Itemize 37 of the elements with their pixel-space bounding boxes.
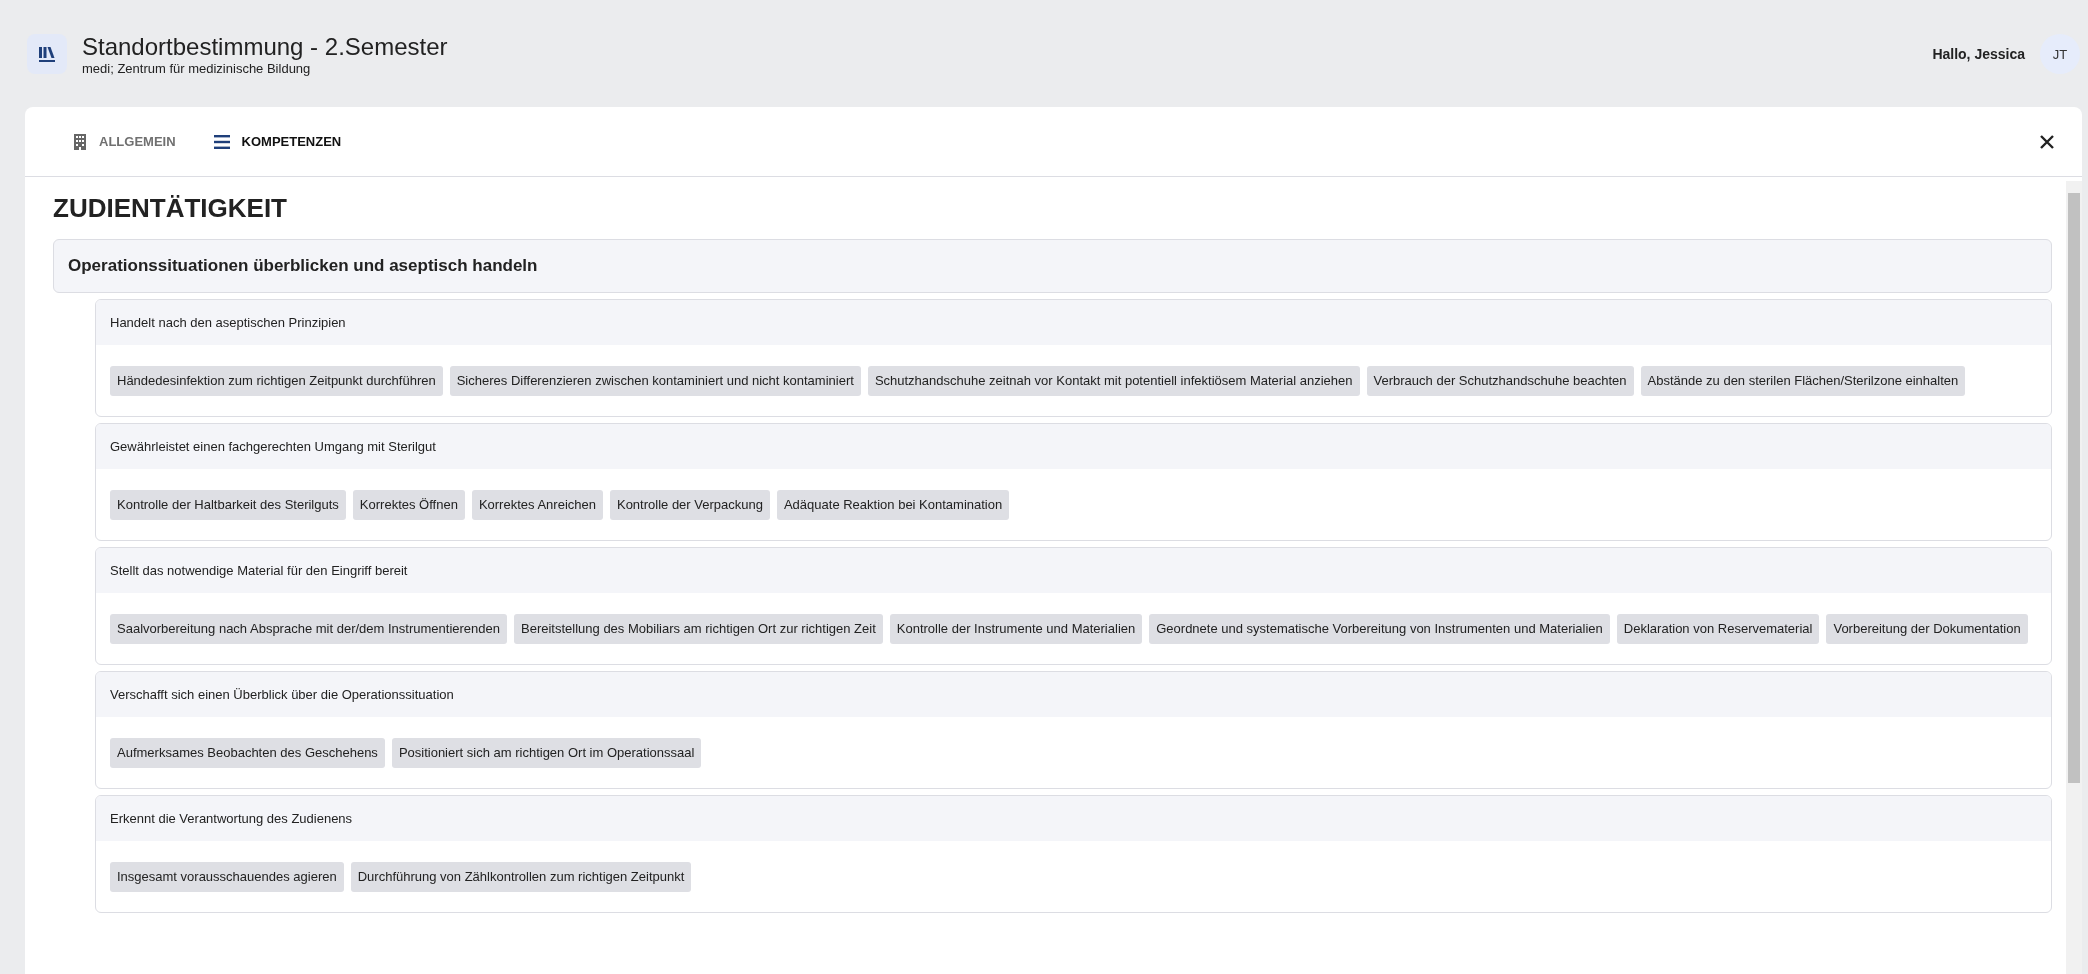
criterion-tag: Sicheres Differenzieren zwischen kontaminiert und nicht kontaminiert (449, 366, 861, 396)
user-avatar[interactable]: JT (2040, 34, 2080, 74)
criterion-tag: Korrektes Anreichen (471, 490, 603, 520)
competence-title: Gewährleistet einen fachgerechten Umgang mit Sterilgut (96, 424, 2051, 469)
competence-title: Stellt das notwendige Material für den Eingriff bereit (96, 548, 2051, 593)
criterion-tag: Geordnete und systematische Vorbereitung von Instrumenten und Materialien (1149, 614, 1610, 644)
criterion-tag: Saalvorbereitung nach Absprache mit der/dem Instrumentierenden (110, 614, 507, 644)
criterion-tag: Vorbereitung der Dokumentation (1826, 614, 2028, 644)
criterion-tag: Kontrolle der Verpackung (609, 490, 770, 520)
criterion-tag: Kontrolle der Haltbarkeit des Sterilguts (110, 490, 346, 520)
criterion-tag: Kontrolle der Instrumente und Materialien (889, 614, 1143, 644)
criterion-tag: Bereitstellung des Mobiliars am richtigen Ort zur richtigen Zeit (514, 614, 883, 644)
greeting-text: Hallo, Jessica (1932, 46, 2025, 62)
scrollbar[interactable] (2066, 181, 2082, 974)
criterion-tag: Durchführung von Zählkontrollen zum richtigen Zeitpunkt (350, 862, 692, 892)
logo-icon (27, 34, 67, 74)
criterion-tag: Positioniert sich am richtigen Ort im Operationssaal (391, 738, 702, 768)
organization-name: medi; Zentrum für medizinische Bildung (82, 60, 312, 76)
tab[interactable]: ALLGEMEIN (61, 125, 188, 158)
criterion-tag: Verbrauch der Schutzhandschuhe beachten (1366, 366, 1634, 396)
group-header: Operationssituationen überblicken und aseptisch handeln (53, 239, 2052, 293)
tab[interactable]: KOMPETENZEN (201, 126, 354, 157)
section-heading: ZUDIENTÄTIGKEIT (53, 193, 288, 223)
competence-title: Erkennt die Verantwortung des Zudienens (96, 796, 2051, 841)
criterion-tag: Händedesinfektion zum richtigen Zeitpunkt durchführen (110, 366, 443, 396)
competence-title: Handelt nach den aseptischen Prinzipien (96, 300, 2051, 345)
criterion-tag: Adäquate Reaktion bei Kontamination (776, 490, 1010, 520)
building-icon (73, 133, 87, 150)
page-title: Standortbestimmung - 2.Semester (82, 32, 448, 61)
criterion-tag: Korrektes Öffnen (352, 490, 465, 520)
competence-title: Verschafft sich einen Überblick über die Operationssituation (96, 672, 2051, 717)
criterion-tag: Schutzhandschuhe zeitnah vor Kontakt mit potentiell infektiösem Material anziehen (867, 366, 1360, 396)
criterion-tag: Abstände zu den sterilen Flächen/Sterilzone einhalten (1640, 366, 1966, 396)
criterion-tag: Deklaration von Reservematerial (1616, 614, 1820, 644)
criterion-tag: Aufmerksames Beobachten des Geschehens (110, 738, 385, 768)
list-icon (213, 134, 230, 149)
criterion-tag: Insgesamt vorausschauendes agieren (110, 862, 344, 892)
